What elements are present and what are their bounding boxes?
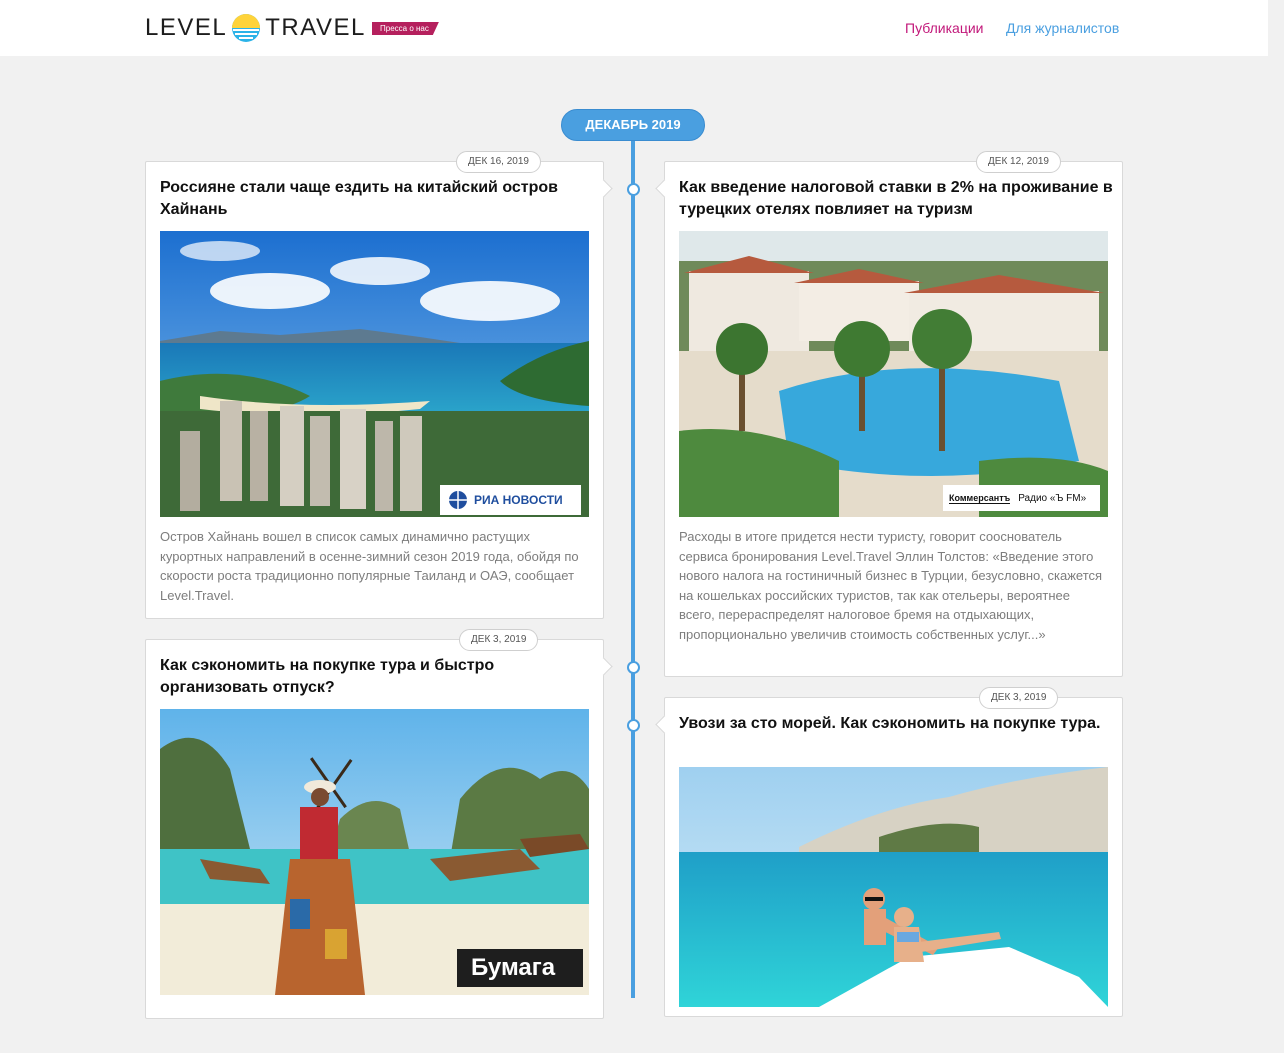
nav-publications[interactable]: Публикации [905,20,983,36]
article-image-turkey-hotel[interactable]: Коммерсантъ Радио «Ъ FM» [679,231,1108,517]
timeline-dot [627,719,640,732]
article-excerpt: Расходы в итоге придется нести туристу, … [679,529,1103,642]
logo-word-level: LEVEL [145,14,228,41]
source-name: Коммерсантъ [949,492,1011,504]
source-name: Бумага [471,954,556,981]
level-travel-logo[interactable]: LEVEL TRAVEL [145,13,366,43]
article-excerpt: Остров Хайнань вошел в список самых дина… [160,529,579,603]
article-image-hainan[interactable]: РИА НОВОСТИ [160,231,589,517]
month-label[interactable]: ДЕКАБРЬ 2019 [561,109,705,141]
article-title[interactable]: Как сэкономить на покупке тура и быстро … [160,655,600,699]
article-title[interactable]: Россияне стали чаще ездить на китайский … [160,177,600,221]
timeline-dot [627,661,640,674]
source-extra: Радио «Ъ FM» [1018,492,1087,504]
source-logo-bumaga: Бумага [457,949,583,987]
site-header: LEVEL TRAVEL Пресса о нас Публикации Для… [0,0,1268,56]
article-card[interactable]: ДЕК 16, 2019 Россияне стали чаще ездить … [145,151,613,619]
nav-for-journalists[interactable]: Для журналистов [1006,20,1119,36]
card-pointer [655,715,674,734]
logo-word-travel: TRAVEL [265,14,366,41]
article-title[interactable]: Увози за сто морей. Как сэкономить на по… [679,713,1119,735]
date-badge: ДЕК 12, 2019 [976,151,1061,173]
article-card[interactable]: ДЕК 12, 2019 Как введение налоговой став… [655,151,1123,677]
source-name: РИА НОВОСТИ [474,493,563,507]
press-badge[interactable]: Пресса о нас [372,22,439,35]
article-image-beach-boats[interactable]: Бумага [160,709,589,995]
date-badge: ДЕК 3, 2019 [979,687,1059,709]
article-image-sea-yacht[interactable] [679,767,1108,1053]
article-card[interactable]: ДЕК 3, 2019 Как сэкономить на покупке ту… [145,629,613,1019]
date-badge: ДЕК 16, 2019 [456,151,541,173]
ria-globe-icon [449,491,467,509]
date-badge: ДЕК 3, 2019 [459,629,539,651]
source-logo-kommersant: Коммерсантъ Радио «Ъ FM» [943,485,1100,511]
article-title[interactable]: Как введение налоговой ставки в 2% на пр… [679,177,1119,221]
source-logo-ria: РИА НОВОСТИ [440,485,581,515]
article-card[interactable]: ДЕК 3, 2019 Увози за сто морей. Как сэко… [655,687,1123,1017]
card-pointer [655,179,674,198]
timeline-dot [627,183,640,196]
timeline-line [631,138,635,998]
sun-logo-icon [232,14,261,42]
